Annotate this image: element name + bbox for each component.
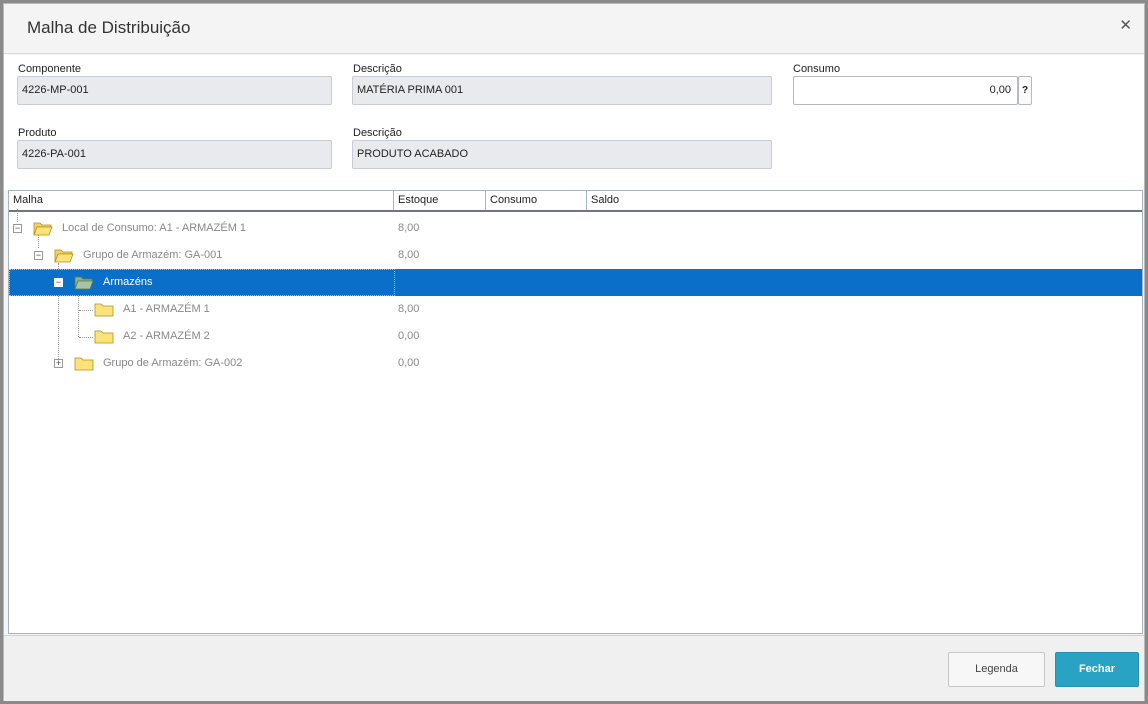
descricao-componente-label: Descrição (353, 63, 402, 75)
fechar-button[interactable]: Fechar (1055, 652, 1139, 687)
estoque-value: 8,00 (398, 222, 420, 234)
column-header-estoque[interactable]: Estoque (394, 191, 486, 210)
open-folder-icon (74, 276, 94, 290)
produto-field: 4226-PA-001 (17, 140, 332, 169)
tree-row-label: Grupo de Armazém: GA-002 (103, 357, 243, 369)
tree-row-label: A2 - ARMAZÉM 2 (123, 330, 210, 342)
tree-row-label: Grupo de Armazém: GA-001 (83, 249, 223, 261)
dialog-title: Malha de Distribuição (27, 18, 191, 37)
closed-folder-icon (94, 303, 114, 317)
close-icon[interactable]: ✕ (1119, 16, 1132, 34)
grid-header: Malha Estoque Consumo Saldo (9, 191, 1142, 212)
tree-row[interactable]: A1 - ARMAZÉM 1 8,00 (9, 296, 1142, 323)
estoque-value: 8,00 (398, 249, 420, 261)
column-header-malha[interactable]: Malha (9, 191, 394, 210)
open-folder-icon (33, 222, 53, 236)
closed-folder-icon (94, 330, 114, 344)
tree-row-label: Armazéns (103, 276, 153, 288)
tree-row-selected[interactable]: − Armazéns (9, 269, 1142, 296)
open-folder-icon (54, 249, 74, 263)
consumo-label: Consumo (793, 63, 841, 75)
closed-folder-icon (74, 357, 94, 371)
column-header-consumo[interactable]: Consumo (486, 191, 587, 210)
collapse-toggle-icon[interactable]: − (34, 251, 43, 260)
column-header-saldo[interactable]: Saldo (587, 191, 1144, 210)
legenda-button[interactable]: Legenda (948, 652, 1045, 687)
malha-distribuicao-dialog: Malha de Distribuição ✕ Componente 4226-… (3, 3, 1145, 701)
collapse-toggle-icon[interactable]: − (13, 224, 22, 233)
estoque-value: 0,00 (398, 330, 420, 342)
tree-row[interactable]: A2 - ARMAZÉM 2 0,00 (9, 323, 1142, 350)
tree-row[interactable]: − Local de Consumo: A1 - ARMAZÉM 1 8,00 (9, 215, 1142, 242)
componente-field: 4226-MP-001 (17, 76, 332, 105)
consumo-help-button[interactable]: ? (1018, 76, 1032, 105)
tree-row[interactable]: + Grupo de Armazém: GA-002 0,00 (9, 350, 1142, 377)
descricao-componente-field: MATÉRIA PRIMA 001 (352, 76, 772, 105)
descricao-produto-field: PRODUTO ACABADO (352, 140, 772, 169)
descricao-produto-label: Descrição (353, 127, 402, 139)
tree-row[interactable]: − Grupo de Armazém: GA-001 8,00 (9, 242, 1142, 269)
dialog-titlebar: Malha de Distribuição ✕ (4, 4, 1144, 54)
form-area: Componente 4226-MP-001 Descrição MATÉRIA… (4, 55, 1144, 190)
malha-tree-grid[interactable]: Malha Estoque Consumo Saldo − Local de C… (8, 190, 1143, 634)
consumo-input[interactable]: 0,00 (793, 76, 1018, 105)
tree-row-label: A1 - ARMAZÉM 1 (123, 303, 210, 315)
dialog-footer: Legenda Fechar (4, 635, 1144, 701)
componente-label: Componente (18, 63, 81, 75)
estoque-value: 0,00 (398, 357, 420, 369)
collapse-toggle-icon[interactable]: − (54, 278, 63, 287)
expand-toggle-icon[interactable]: + (54, 359, 63, 368)
tree-row-label: Local de Consumo: A1 - ARMAZÉM 1 (62, 222, 247, 234)
produto-label: Produto (18, 127, 57, 139)
selection-focus-outline (9, 269, 395, 296)
estoque-value: 8,00 (398, 303, 420, 315)
